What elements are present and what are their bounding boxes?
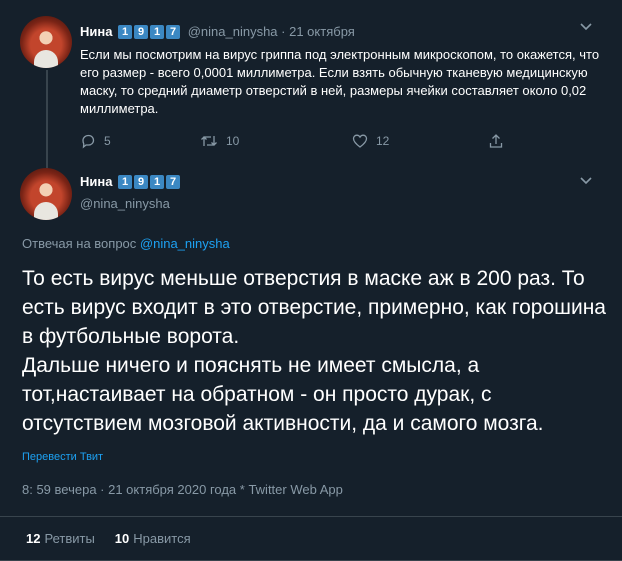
author-name[interactable]: Нина: [80, 24, 112, 39]
replying-to: Отвечая на вопрос @nina_ninysha: [22, 236, 230, 251]
retweet-icon: [200, 133, 218, 149]
retweets-count: 12: [26, 531, 41, 546]
badge-digit: 1: [150, 175, 165, 189]
author-handle[interactable]: @nina_ninysha: [80, 196, 170, 211]
tweet-header: Нина 1917: [80, 174, 181, 189]
replying-to-link[interactable]: @nina_ninysha: [140, 236, 230, 251]
reply-button[interactable]: 5: [80, 133, 111, 149]
retweet-count: 10: [226, 134, 240, 148]
author-name[interactable]: Нина: [80, 174, 112, 189]
badge-digit: 9: [134, 25, 149, 39]
like-count: 12: [376, 134, 390, 148]
author-handle[interactable]: @nina_ninysha: [188, 24, 278, 39]
badge-digit: 1: [118, 25, 133, 39]
tweet-stats: 12 Ретвиты 10 Нравится: [26, 531, 191, 546]
divider: [0, 516, 622, 517]
chevron-down-icon[interactable]: [580, 22, 592, 34]
thread-connector: [46, 70, 48, 176]
like-button[interactable]: 12: [352, 133, 389, 149]
like-icon: [352, 133, 368, 149]
badge-digit: 7: [166, 175, 181, 189]
badge-digit: 9: [134, 175, 149, 189]
badge-digit: 1: [118, 175, 133, 189]
avatar[interactable]: [20, 168, 72, 220]
tweet-text: Если мы посмотрим на вирус гриппа под эл…: [80, 47, 600, 116]
chevron-down-icon[interactable]: [580, 176, 592, 188]
retweets-label: Ретвиты: [44, 531, 95, 546]
tweet-text: То есть вирус меньше отверстия в маске а…: [22, 267, 606, 435]
retweet-button[interactable]: 10: [200, 133, 239, 149]
reply-count: 5: [104, 134, 111, 148]
tweet-timestamp[interactable]: 8: 59 вечера · 21 октября 2020 года * Tw…: [22, 482, 343, 497]
translate-tweet-link[interactable]: Перевести Твит: [22, 451, 103, 463]
reply-icon: [80, 133, 96, 149]
tweet-actions: 5 10 12: [80, 133, 520, 151]
likes-label: Нравится: [133, 531, 191, 546]
tweet-header: Нина 1917 @nina_ninysha · 21 октября: [80, 24, 355, 39]
replying-to-label: Отвечая на вопрос: [22, 236, 140, 251]
likes-stat[interactable]: 10 Нравится: [115, 531, 191, 546]
badge-digit: 1: [150, 25, 165, 39]
avatar[interactable]: [20, 16, 72, 68]
share-button[interactable]: [488, 133, 504, 149]
share-icon: [488, 133, 504, 149]
badge-digit: 7: [166, 25, 181, 39]
retweets-stat[interactable]: 12 Ретвиты: [26, 531, 95, 546]
likes-count: 10: [114, 531, 130, 546]
tweet-date[interactable]: · 21 октября: [281, 24, 355, 39]
